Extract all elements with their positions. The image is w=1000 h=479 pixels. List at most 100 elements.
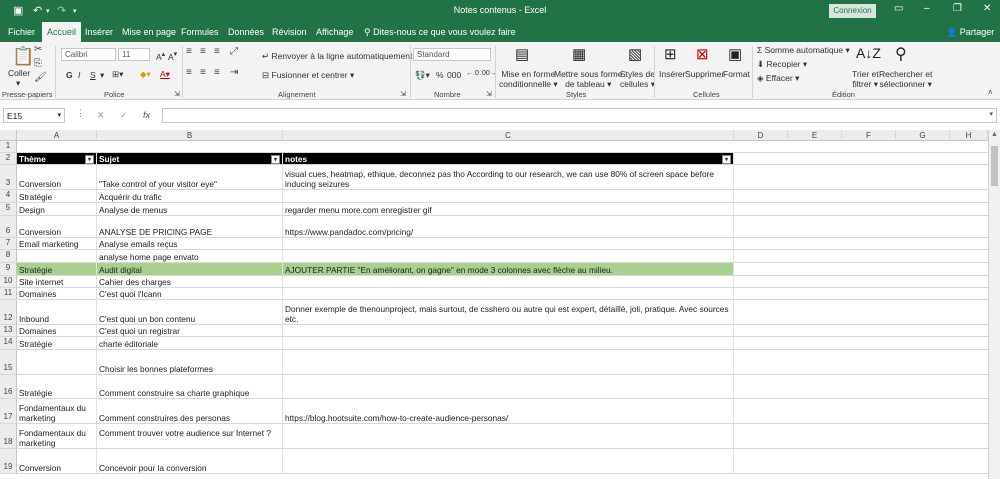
cell-sujet[interactable]: Comment construires des personas — [97, 399, 283, 423]
row-number[interactable]: 1 — [0, 141, 17, 152]
minimize-icon[interactable]: – — [924, 3, 930, 14]
paste-dropdown-icon[interactable]: ▾ — [16, 78, 20, 89]
cell-theme[interactable]: Domaines — [17, 288, 97, 299]
cell-theme[interactable]: Stratégie — [17, 337, 97, 349]
cell-notes[interactable]: AJOUTER PARTIE "En améliorant, on gagne"… — [283, 263, 734, 275]
cell-theme[interactable]: Stratégie — [17, 375, 97, 398]
copy-icon[interactable]: ⎘ — [34, 58, 42, 69]
grow-font-icon[interactable]: A▴ — [156, 49, 165, 62]
tab-inserer[interactable]: Insérer — [85, 27, 113, 37]
row-number[interactable]: 4 — [0, 190, 17, 202]
format-cells-button[interactable]: Format — [723, 69, 750, 79]
conditional-format-button[interactable]: Mise en forme conditionnelle ▾ — [499, 69, 558, 89]
merge-center-button[interactable]: ⊟ Fusionner et centrer ▾ — [262, 70, 354, 81]
tab-formules[interactable]: Formules — [181, 27, 219, 37]
italic-button[interactable]: I — [78, 70, 80, 80]
cell-sujet[interactable]: Analyse de menus — [97, 203, 283, 215]
column-header-d[interactable]: D — [734, 130, 788, 141]
tab-accueil[interactable]: Accueil — [42, 22, 82, 42]
underline-dropdown-icon[interactable]: ▾ — [100, 70, 104, 81]
tab-donnees[interactable]: Données — [228, 27, 264, 37]
format-cells-icon[interactable]: ▣ — [728, 45, 742, 63]
cell-theme[interactable]: Stratégie — [17, 190, 97, 202]
enter-icon[interactable]: ✓ — [120, 110, 128, 121]
autosum-button[interactable]: Σ Somme automatique ▾ — [757, 45, 850, 56]
row-number[interactable]: 9 — [0, 263, 17, 275]
column-header-g[interactable]: G — [896, 130, 950, 141]
cell-theme[interactable]: Email marketing — [17, 238, 97, 249]
percent-button[interactable]: % — [436, 70, 444, 80]
cell-notes[interactable]: visual cues, heatmap, ethique, deconnez … — [283, 165, 734, 189]
scroll-up-icon[interactable]: ▲ — [991, 131, 998, 138]
header-cell-theme[interactable]: Thème ▾ — [17, 153, 97, 164]
row-number[interactable]: 16 — [0, 375, 17, 398]
sort-filter-icon[interactable]: A↓Z — [856, 45, 881, 61]
row-number[interactable]: 10 — [0, 276, 17, 287]
align-right-icon[interactable]: ≡ — [214, 67, 220, 78]
cell-sujet[interactable]: C'est quoi un registrar — [97, 325, 283, 336]
fill-button[interactable]: ⬇ Recopier ▾ — [757, 59, 807, 70]
cell-styles-icon[interactable]: ▧ — [628, 45, 642, 63]
cell-notes[interactable] — [283, 424, 734, 448]
row-number[interactable]: 7 — [0, 238, 17, 249]
cell-notes[interactable]: https://www.pandadoc.com/pricing/ — [283, 216, 734, 237]
header-cell-sujet[interactable]: Sujet ▾ — [97, 153, 283, 164]
header-cell-notes[interactable]: notes ▾ — [283, 153, 734, 164]
restore-icon[interactable]: ❐ — [953, 3, 962, 14]
column-header-h[interactable]: H — [950, 130, 988, 141]
cell-sujet[interactable]: Acquérir du trafic — [97, 190, 283, 202]
cell-notes[interactable] — [283, 238, 734, 249]
cell-sujet[interactable]: C'est quoi un bon contenu — [97, 300, 283, 324]
cell-sujet[interactable]: "Take control of your visitor eye" — [97, 165, 283, 189]
font-color-icon[interactable]: A▾ — [160, 69, 170, 80]
currency-icon[interactable]: 💱▾ — [415, 70, 430, 81]
nombre-launcher-icon[interactable]: ⇲ — [486, 90, 492, 98]
scrollbar-thumb[interactable] — [991, 146, 998, 186]
row-number[interactable]: 6 — [0, 216, 17, 237]
cell-theme[interactable]: Conversion — [17, 165, 97, 189]
cell-theme[interactable] — [17, 250, 97, 262]
tab-affichage[interactable]: Affichage — [316, 27, 353, 37]
cell-notes[interactable] — [283, 337, 734, 349]
cell-theme[interactable]: Fondamentaux du marketing — [17, 424, 97, 448]
tab-revision[interactable]: Révision — [272, 27, 307, 37]
thousands-button[interactable]: 000 — [447, 70, 461, 80]
table-format-button[interactable]: Mettre sous forme de tableau ▾ — [554, 69, 623, 89]
cell-sujet[interactable]: Cahier des charges — [97, 276, 283, 287]
align-center-icon[interactable]: ≡ — [200, 67, 206, 78]
tell-me-search[interactable]: ⚲ Dites-nous ce que vous voulez faire — [364, 27, 516, 38]
name-box-dropdown-icon[interactable]: ▾ — [57, 111, 61, 119]
cell-theme[interactable]: Domaines — [17, 325, 97, 336]
underline-button[interactable]: S — [90, 70, 96, 80]
column-header-e[interactable]: E — [788, 130, 842, 141]
cell-sujet[interactable]: Comment trouver votre audience sur Inter… — [97, 424, 283, 448]
column-header-b[interactable]: B — [97, 130, 283, 141]
cell-notes[interactable] — [283, 350, 734, 374]
paste-icon[interactable]: 📋 — [12, 46, 34, 67]
indent-icon[interactable]: ⇥ — [230, 67, 238, 78]
cell-notes[interactable]: https://blog.hootsuite.com/how-to-create… — [283, 399, 734, 423]
tab-fichier[interactable]: Fichier — [8, 27, 35, 37]
connexion-button[interactable]: Connexion — [829, 4, 876, 18]
row-number[interactable]: 12 — [0, 300, 17, 324]
font-size-select[interactable]: 11 — [118, 48, 150, 61]
share-button[interactable]: 👤 Partager — [946, 27, 994, 38]
more-options-icon[interactable]: ⋮ — [76, 108, 85, 119]
row-number[interactable]: 13 — [0, 325, 17, 336]
cell-notes[interactable] — [283, 190, 734, 202]
insert-function-button[interactable]: fx — [143, 110, 150, 120]
cell-theme[interactable]: Inbound — [17, 300, 97, 324]
row-number[interactable]: 3 — [0, 165, 17, 189]
column-header-a[interactable]: A — [17, 130, 97, 141]
insert-cells-button[interactable]: Insérer — [659, 69, 685, 79]
cell-sujet[interactable]: Choisir les bonnes plateformes — [97, 350, 283, 374]
row-number[interactable]: 14 — [0, 337, 17, 349]
cell-notes[interactable] — [283, 375, 734, 398]
cell-theme[interactable]: Stratégie — [17, 263, 97, 275]
conditional-format-icon[interactable]: ▤ — [515, 45, 529, 63]
find-select-button[interactable]: Rechercher et sélectionner ▾ — [879, 69, 932, 89]
expand-formula-icon[interactable]: ▾ — [989, 110, 993, 118]
cell-notes[interactable] — [283, 325, 734, 336]
cell-sujet[interactable]: ANALYSE DE PRICING PAGE — [97, 216, 283, 237]
row-number[interactable]: 11 — [0, 288, 17, 299]
